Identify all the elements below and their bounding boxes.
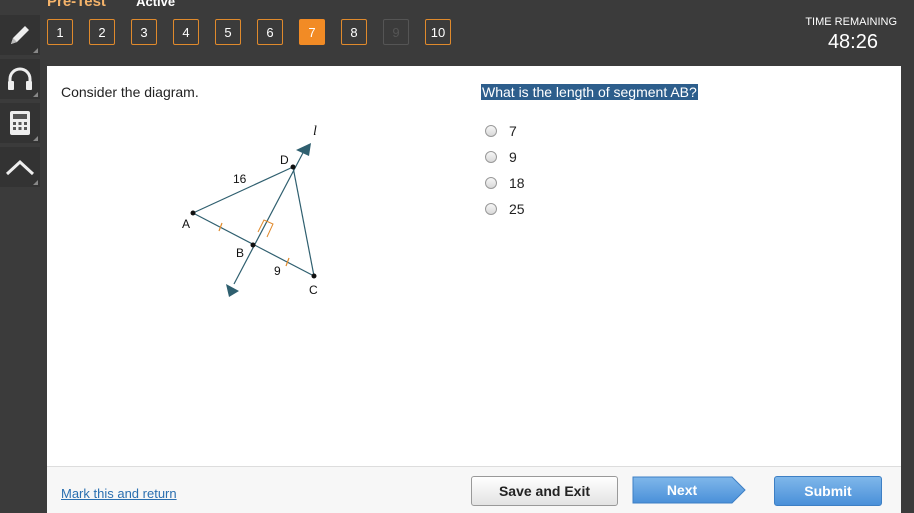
calculator-tool-button[interactable] bbox=[0, 103, 40, 143]
headphones-icon bbox=[8, 67, 32, 90]
radio-button[interactable] bbox=[485, 151, 497, 163]
radio-button[interactable] bbox=[485, 203, 497, 215]
question-button-8[interactable]: 8 bbox=[341, 19, 367, 45]
question-panel: Consider the diagram. l A B C D 16 9 Wha… bbox=[47, 66, 901, 513]
test-title: Pre-Test bbox=[47, 0, 106, 10]
point-d bbox=[290, 164, 296, 170]
radio-button[interactable] bbox=[485, 125, 497, 137]
time-remaining-label: TIME REMAINING bbox=[805, 16, 897, 28]
point-c bbox=[311, 273, 317, 279]
segment-dc bbox=[292, 166, 315, 277]
question-button-5[interactable]: 5 bbox=[215, 19, 241, 45]
pencil-tool-button[interactable] bbox=[0, 15, 40, 55]
answer-option-label: 9 bbox=[509, 149, 517, 165]
save-and-exit-button[interactable]: Save and Exit bbox=[471, 476, 618, 506]
next-button[interactable]: Next bbox=[632, 476, 746, 504]
question-button-3[interactable]: 3 bbox=[131, 19, 157, 45]
answer-option-4[interactable]: 25 bbox=[485, 196, 525, 222]
point-b bbox=[250, 242, 256, 248]
calculator-icon bbox=[10, 111, 30, 135]
label-d: D bbox=[280, 153, 289, 167]
question-text: What is the length of segment AB? bbox=[481, 84, 698, 100]
point-a bbox=[190, 210, 196, 216]
question-prompt: Consider the diagram. bbox=[61, 84, 199, 100]
collapse-tool-button[interactable] bbox=[0, 147, 40, 187]
label-b: B bbox=[236, 246, 244, 260]
tool-sidebar bbox=[0, 15, 42, 191]
next-button-label: Next bbox=[666, 482, 698, 498]
time-remaining-value: 48:26 bbox=[827, 31, 878, 53]
geometry-diagram: l A B C D 16 9 bbox=[182, 124, 318, 297]
question-button-2[interactable]: 2 bbox=[89, 19, 115, 45]
answer-option-label: 25 bbox=[509, 201, 525, 217]
top-bar: Pre-Test Active 1 2 3 4 5 6 7 8 9 10 TIM… bbox=[0, 0, 914, 66]
collapse-up-icon bbox=[5, 159, 35, 176]
question-button-10[interactable]: 10 bbox=[425, 19, 451, 45]
arrowhead-bottom bbox=[226, 284, 239, 297]
question-button-6[interactable]: 6 bbox=[257, 19, 283, 45]
test-status: Active bbox=[136, 0, 176, 9]
line-l bbox=[233, 148, 306, 285]
question-button-7[interactable]: 7 bbox=[299, 19, 325, 45]
label-c: C bbox=[309, 283, 318, 297]
question-button-1[interactable]: 1 bbox=[47, 19, 73, 45]
audio-tool-button[interactable] bbox=[0, 59, 40, 99]
question-button-4[interactable]: 4 bbox=[173, 19, 199, 45]
test-title-row: Pre-Test Active bbox=[47, 0, 175, 10]
footer-bar: Mark this and return Save and Exit Next … bbox=[47, 466, 901, 513]
mark-and-return-link[interactable]: Mark this and return bbox=[61, 486, 177, 501]
answer-option-label: 18 bbox=[509, 175, 525, 191]
question-navigation: 1 2 3 4 5 6 7 8 9 10 bbox=[47, 19, 467, 45]
label-line-l: l bbox=[313, 124, 317, 139]
answer-option-2[interactable]: 9 bbox=[485, 144, 525, 170]
label-length-ad: 16 bbox=[233, 172, 247, 186]
pencil-icon bbox=[11, 26, 29, 44]
label-length-bc: 9 bbox=[274, 264, 281, 278]
answer-option-1[interactable]: 7 bbox=[485, 118, 525, 144]
answer-option-label: 7 bbox=[509, 123, 517, 139]
arrowhead-top bbox=[296, 143, 311, 156]
question-button-9: 9 bbox=[383, 19, 409, 45]
radio-button[interactable] bbox=[485, 177, 497, 189]
answer-option-3[interactable]: 18 bbox=[485, 170, 525, 196]
label-a: A bbox=[182, 217, 190, 231]
answer-options: 7 9 18 25 bbox=[485, 118, 525, 222]
submit-button[interactable]: Submit bbox=[774, 476, 882, 506]
